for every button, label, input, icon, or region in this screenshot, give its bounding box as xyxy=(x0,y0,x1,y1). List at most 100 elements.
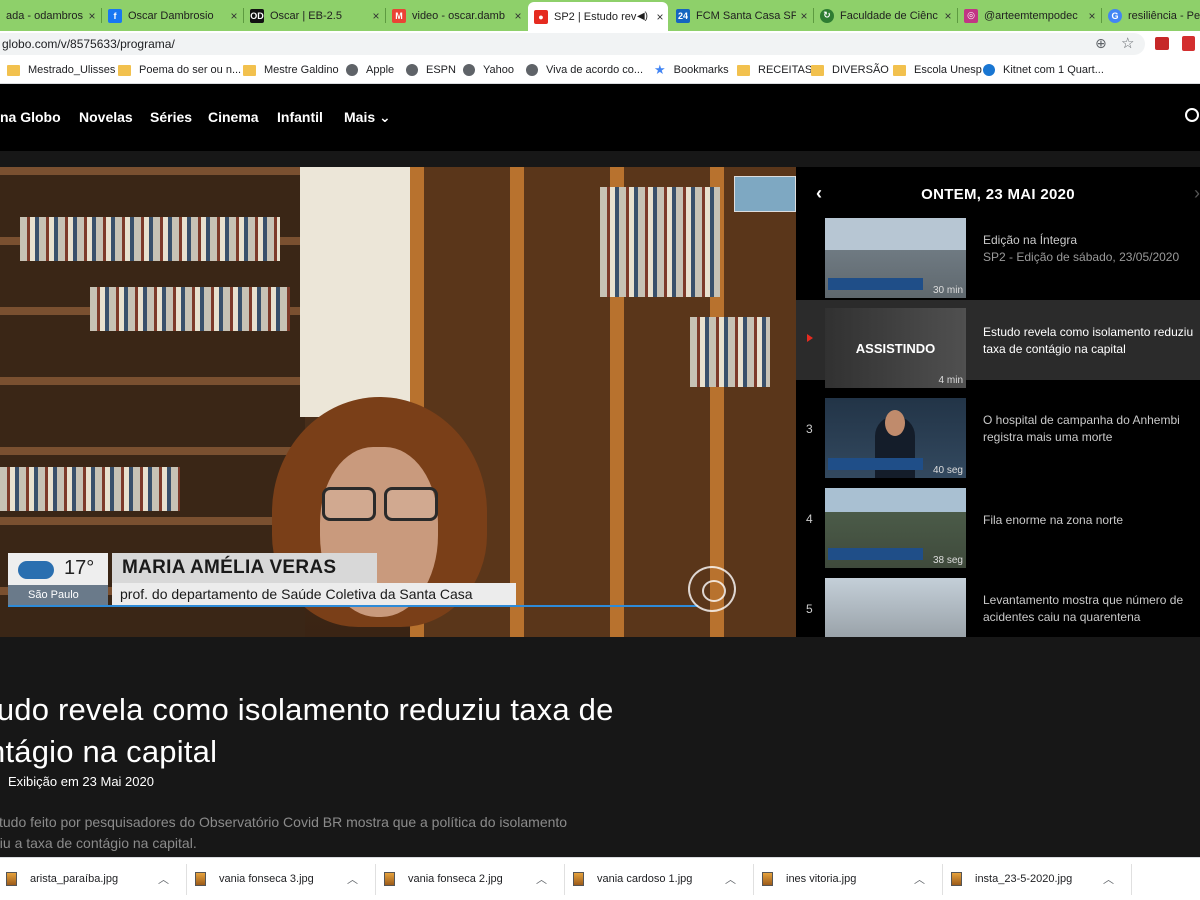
chevron-up-icon[interactable]: ︿ xyxy=(914,871,925,887)
google-icon: G xyxy=(1108,8,1122,23)
chevron-up-icon[interactable]: ︿ xyxy=(725,871,736,887)
bookmark-item[interactable]: Apple xyxy=(346,62,394,78)
pdf-extension-icon[interactable] xyxy=(1182,36,1195,51)
speaker-name: MARIA AMÉLIA VERAS xyxy=(112,553,377,583)
tab-title: ada - odambros xyxy=(6,9,84,22)
bookmark-label: Kitnet com 1 Quart... xyxy=(1003,64,1104,76)
playlist-item-active[interactable]: ASSISTINDO 4 min Estudo revela como isol… xyxy=(796,300,1200,388)
nav-mais[interactable]: Mais ⌄ xyxy=(344,109,391,126)
facebook-icon: f xyxy=(108,8,122,23)
download-item[interactable]: vania cardoso 1.jpg ︿ xyxy=(567,864,754,895)
playlist-title: Edição na Íntegra xyxy=(983,233,1078,247)
close-icon[interactable]: × xyxy=(940,9,956,23)
bookmark-item[interactable]: ★ Bookmarks xyxy=(654,62,729,78)
download-item[interactable]: arista_paraíba.jpg ︿ xyxy=(0,864,187,895)
browser-toolbar: globo.com/v/8575633/programa/ ⊕ ☆ xyxy=(0,31,1200,57)
tab-google[interactable]: G resiliência - Pesq xyxy=(1102,2,1200,29)
video-description: studo feito por pesquisadores do Observa… xyxy=(0,812,672,854)
bookmark-label: Escola Unesp xyxy=(914,64,982,76)
image-file-icon xyxy=(762,872,773,886)
tab-fcm[interactable]: 24 FCM Santa Casa SP × xyxy=(670,2,812,29)
nav-novelas[interactable]: Novelas xyxy=(79,109,133,125)
folder-icon xyxy=(737,64,750,76)
bookmark-item[interactable]: Mestre Galdino xyxy=(243,62,339,78)
playlist-item[interactable]: 3 40 seg O hospital de campanha do Anhem… xyxy=(796,390,1200,478)
building-icon xyxy=(983,64,995,76)
chevron-right-icon[interactable]: › xyxy=(1194,183,1200,204)
extension-icon[interactable] xyxy=(1155,37,1169,50)
bookmark-item[interactable]: Mestrado_Ulisses xyxy=(7,62,115,78)
bookmark-star-icon[interactable]: ☆ xyxy=(1121,34,1134,52)
tab-title: Oscar | EB-2.5 xyxy=(270,9,342,22)
chevron-up-icon[interactable]: ︿ xyxy=(536,871,547,887)
video-thumbnail: 30 min xyxy=(825,218,966,298)
close-icon[interactable]: × xyxy=(226,9,242,23)
instagram-icon: ◎ xyxy=(964,8,978,23)
search-icon[interactable] xyxy=(1185,108,1199,122)
books xyxy=(0,467,180,511)
playlist-item[interactable]: 30 min Edição na Íntegra SP2 - Edição de… xyxy=(796,210,1200,298)
chevron-up-icon[interactable]: ︿ xyxy=(347,871,358,887)
playlist-item[interactable]: 4 38 seg Fila enorme na zona norte xyxy=(796,480,1200,568)
nav-infantil[interactable]: Infantil xyxy=(277,109,323,125)
close-icon[interactable]: × xyxy=(652,10,668,24)
books xyxy=(90,287,290,331)
image-file-icon xyxy=(951,872,962,886)
tab-od[interactable]: OD Oscar | EB-2.5 × xyxy=(244,2,384,29)
globe-icon xyxy=(463,64,475,76)
tab-title: Oscar Dambrosio xyxy=(128,9,214,22)
video-title-line: tudo revela como isolamento reduziu taxa… xyxy=(0,692,614,727)
close-icon[interactable]: × xyxy=(796,9,812,23)
playlist-item[interactable]: 5 Levantamento mostra que número de acid… xyxy=(796,570,1200,637)
chevron-up-icon[interactable]: ︿ xyxy=(1103,871,1114,887)
globoplay-icon: ● xyxy=(534,9,548,24)
tab-gmail[interactable]: M video - oscar.damb × xyxy=(386,2,526,29)
nav-cinema[interactable]: Cinema xyxy=(208,109,259,125)
add-icon[interactable]: ⊕ xyxy=(1095,35,1107,52)
tab-instagram[interactable]: ◎ @arteemtempodec × xyxy=(958,2,1100,29)
tab-facebook[interactable]: f Oscar Dambrosio × xyxy=(102,2,242,29)
close-icon[interactable]: × xyxy=(368,9,384,23)
tab-faculdade[interactable]: ↻ Faculdade de Ciênc × xyxy=(814,2,956,29)
video-info: tudo revela como isolamento reduziu taxa… xyxy=(0,637,1200,857)
download-item[interactable]: insta_23-5-2020.jpg ︿ xyxy=(945,864,1132,895)
close-icon[interactable]: × xyxy=(510,9,526,23)
lower-third: 17° São Paulo MARIA AMÉLIA VERAS prof. d… xyxy=(0,553,700,607)
bookmark-item[interactable]: Viva de acordo co... xyxy=(526,62,643,78)
bookmark-item[interactable]: DIVERSÃO xyxy=(811,62,889,78)
download-filename: vania fonseca 2.jpg xyxy=(408,873,503,885)
video-thumbnail: 38 seg xyxy=(825,488,966,568)
download-filename: vania fonseca 3.jpg xyxy=(219,873,314,885)
bookmark-item[interactable]: RECEITAS xyxy=(737,62,812,78)
address-bar[interactable]: globo.com/v/8575633/programa/ xyxy=(0,33,1145,55)
books xyxy=(20,217,280,261)
nav-globo[interactable]: na Globo xyxy=(0,109,61,125)
folder-icon xyxy=(811,64,824,76)
close-icon[interactable]: × xyxy=(84,9,100,23)
download-item[interactable]: ines vitoria.jpg ︿ xyxy=(756,864,943,895)
bookmark-item[interactable]: Poema do ser ou n... xyxy=(118,62,241,78)
download-item[interactable]: vania fonseca 3.jpg ︿ xyxy=(189,864,376,895)
tab-mail[interactable]: ada - odambros × xyxy=(0,2,100,29)
bookmark-label: RECEITAS xyxy=(758,64,813,76)
bookmark-item[interactable]: ESPN xyxy=(406,62,456,78)
bookmark-item[interactable]: Yahoo xyxy=(463,62,514,78)
tab-title: resiliência - Pesq xyxy=(1128,9,1200,22)
bookmark-item[interactable]: Kitnet com 1 Quart... xyxy=(983,62,1104,78)
books xyxy=(690,317,770,387)
image-file-icon xyxy=(195,872,206,886)
close-icon[interactable]: × xyxy=(1084,9,1100,23)
tab-globoplay-active[interactable]: ● SP2 | Estudo rev ◀) × xyxy=(528,2,668,31)
star-icon: ★ xyxy=(654,62,666,77)
bookmark-label: Apple xyxy=(366,64,395,76)
bookmark-label: DIVERSÃO xyxy=(832,64,889,76)
download-item[interactable]: vania fonseca 2.jpg ︿ xyxy=(378,864,565,895)
speaker-role: prof. do departamento de Saúde Coletiva … xyxy=(112,583,516,605)
bookmark-item[interactable]: Escola Unesp xyxy=(893,62,982,78)
gmail-icon: M xyxy=(392,8,406,23)
chevron-up-icon[interactable]: ︿ xyxy=(158,871,169,887)
nav-series[interactable]: Séries xyxy=(150,109,192,125)
bookmark-label: Mestre Galdino xyxy=(264,64,339,76)
speaker-icon[interactable]: ◀) xyxy=(637,11,648,22)
playlist-title: Levantamento mostra que número de aciden… xyxy=(983,593,1184,624)
